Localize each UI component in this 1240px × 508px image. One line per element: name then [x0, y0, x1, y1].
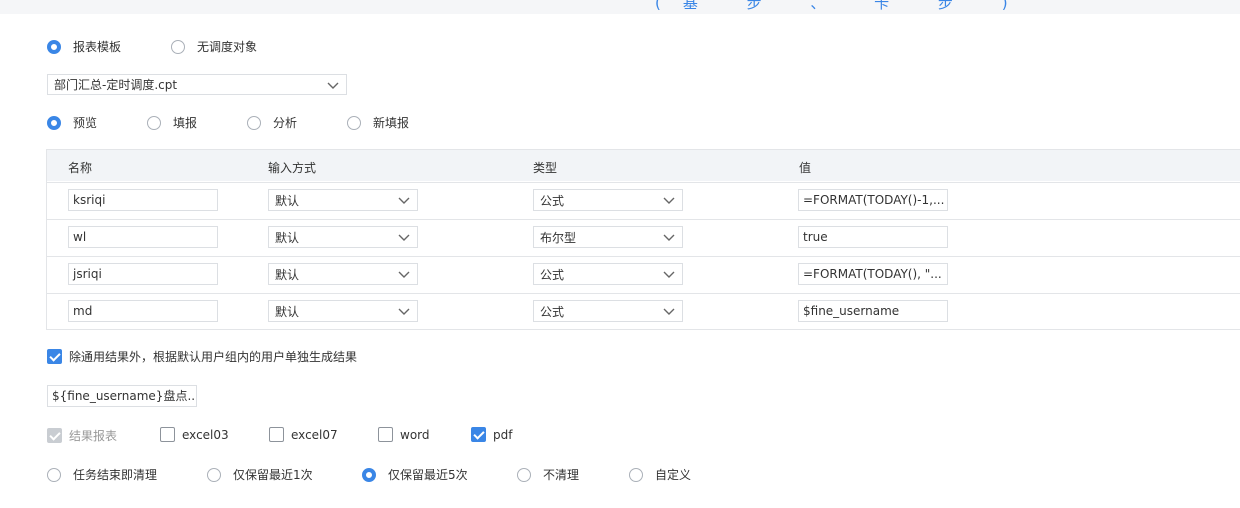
radio-dot [362, 467, 376, 482]
format-checkbox-excel07[interactable]: excel07 [269, 427, 338, 442]
template-select-value: 部门汇总-定时调度.cpt [54, 78, 178, 92]
radio-dot [207, 467, 221, 482]
column-header-type: 类型 [533, 161, 558, 175]
table-row: md 默认 公式 $fine_username [47, 293, 1240, 330]
checkbox-label: word [400, 427, 430, 442]
radio-no-cleanup[interactable]: 不清理 [517, 466, 579, 483]
format-checkbox-excel03[interactable]: excel03 [160, 427, 229, 442]
type-select[interactable]: 公式 [533, 263, 683, 285]
type-select[interactable]: 公式 [533, 189, 683, 211]
radio-dot [629, 467, 643, 482]
radio-no-schedule-object[interactable]: 无调度对象 [171, 38, 257, 55]
param-value-field[interactable]: true [798, 226, 948, 248]
top-header-band: (基 步 、 卡 步 ) [0, 0, 1240, 14]
chevron-down-icon [663, 308, 675, 315]
checkbox-label: 结果报表 [69, 429, 118, 443]
checkmark-icon [47, 349, 62, 364]
chevron-down-icon [663, 234, 675, 241]
checkbox-box [378, 427, 393, 442]
format-checkbox-result-report: 结果报表 [47, 427, 117, 444]
radio-analysis[interactable]: 分析 [247, 114, 297, 131]
format-checkbox-word[interactable]: word [378, 427, 430, 442]
param-value-field[interactable]: $fine_username [798, 300, 948, 322]
radio-report-template[interactable]: 报表模板 [47, 38, 121, 55]
chevron-down-icon [663, 197, 675, 204]
chevron-down-icon [398, 271, 410, 278]
radio-label: 不清理 [543, 468, 580, 482]
type-value: 公式 [540, 304, 565, 319]
type-value: 公式 [540, 267, 565, 282]
type-select[interactable]: 布尔型 [533, 226, 683, 248]
table-row: wl 默认 布尔型 true [47, 219, 1240, 256]
chevron-down-icon [327, 82, 339, 89]
type-value: 公式 [540, 193, 565, 208]
radio-label: 仅保留最近1次 [233, 468, 313, 482]
radio-label: 任务结束即清理 [73, 468, 158, 482]
radio-keep-last-5[interactable]: 仅保留最近5次 [362, 466, 468, 483]
chevron-down-icon [398, 197, 410, 204]
input-mode-select[interactable]: 默认 [268, 189, 418, 211]
radio-label: 预览 [73, 116, 98, 130]
param-value-field[interactable]: =FORMAT(TODAY()-1,... [798, 189, 948, 211]
radio-cleanup-on-finish[interactable]: 任务结束即清理 [47, 466, 157, 483]
input-mode-value: 默认 [275, 267, 300, 282]
radio-label: 填报 [173, 116, 198, 130]
column-header-value: 值 [799, 161, 812, 175]
checkmark-icon [47, 428, 62, 443]
radio-dot [517, 467, 531, 482]
params-table: 名称 输入方式 类型 值 ksriqi 默认 公式 =FORMAT(TODAY(… [46, 149, 1240, 330]
param-name-field[interactable]: md [68, 300, 218, 322]
input-mode-select[interactable]: 默认 [268, 300, 418, 322]
header-fragment: (基 步 、 卡 步 ) [655, 0, 1030, 12]
radio-label: 仅保留最近5次 [388, 468, 468, 482]
chevron-down-icon [398, 308, 410, 315]
table-row: jsriqi 默认 公式 =FORMAT(TODAY(), "... [47, 256, 1240, 293]
checkbox-box [160, 427, 175, 442]
radio-dot [347, 115, 361, 130]
checkbox-label: 除通用结果外，根据默认用户组内的用户单独生成结果 [69, 350, 358, 364]
checkbox-label: excel07 [291, 427, 338, 442]
param-name-field[interactable]: ksriqi [68, 189, 218, 211]
column-header-name: 名称 [68, 161, 93, 175]
param-name-field[interactable]: jsriqi [68, 263, 218, 285]
format-checkbox-pdf[interactable]: pdf [471, 427, 512, 442]
checkmark-icon [471, 427, 486, 442]
radio-dot [47, 115, 61, 130]
param-name-field[interactable]: wl [68, 226, 218, 248]
radio-label: 自定义 [655, 468, 692, 482]
radio-label: 报表模板 [73, 40, 122, 54]
result-filename-input[interactable]: ${fine_username}盘点... [47, 385, 197, 407]
input-mode-value: 默认 [275, 304, 300, 319]
radio-label: 无调度对象 [197, 40, 258, 54]
column-header-input-mode: 输入方式 [268, 161, 317, 175]
radio-fill[interactable]: 填报 [147, 114, 197, 131]
radio-keep-last-1[interactable]: 仅保留最近1次 [207, 466, 313, 483]
param-value-field[interactable]: =FORMAT(TODAY(), "... [798, 263, 948, 285]
radio-dot [247, 115, 261, 130]
input-mode-select[interactable]: 默认 [268, 226, 418, 248]
input-mode-value: 默认 [275, 230, 300, 245]
radio-dot [171, 39, 185, 54]
chevron-down-icon [398, 234, 410, 241]
checkbox-label: excel03 [182, 427, 229, 442]
radio-dot [147, 115, 161, 130]
type-value: 布尔型 [540, 230, 577, 245]
table-row: ksriqi 默认 公式 =FORMAT(TODAY()-1,... [47, 182, 1240, 219]
radio-new-fill[interactable]: 新填报 [347, 114, 409, 131]
type-select[interactable]: 公式 [533, 300, 683, 322]
checkbox-label: pdf [493, 427, 513, 442]
radio-preview[interactable]: 预览 [47, 114, 97, 131]
checkbox-box [269, 427, 284, 442]
input-mode-select[interactable]: 默认 [268, 263, 418, 285]
radio-custom[interactable]: 自定义 [629, 466, 691, 483]
user-group-results-checkbox[interactable]: 除通用结果外，根据默认用户组内的用户单独生成结果 [47, 348, 357, 365]
radio-dot [47, 39, 61, 54]
params-table-header: 名称 输入方式 类型 值 [47, 150, 1240, 181]
chevron-down-icon [663, 271, 675, 278]
radio-label: 新填报 [373, 116, 410, 130]
radio-label: 分析 [273, 116, 298, 130]
radio-dot [47, 467, 61, 482]
input-mode-value: 默认 [275, 193, 300, 208]
template-select[interactable]: 部门汇总-定时调度.cpt [47, 74, 347, 95]
